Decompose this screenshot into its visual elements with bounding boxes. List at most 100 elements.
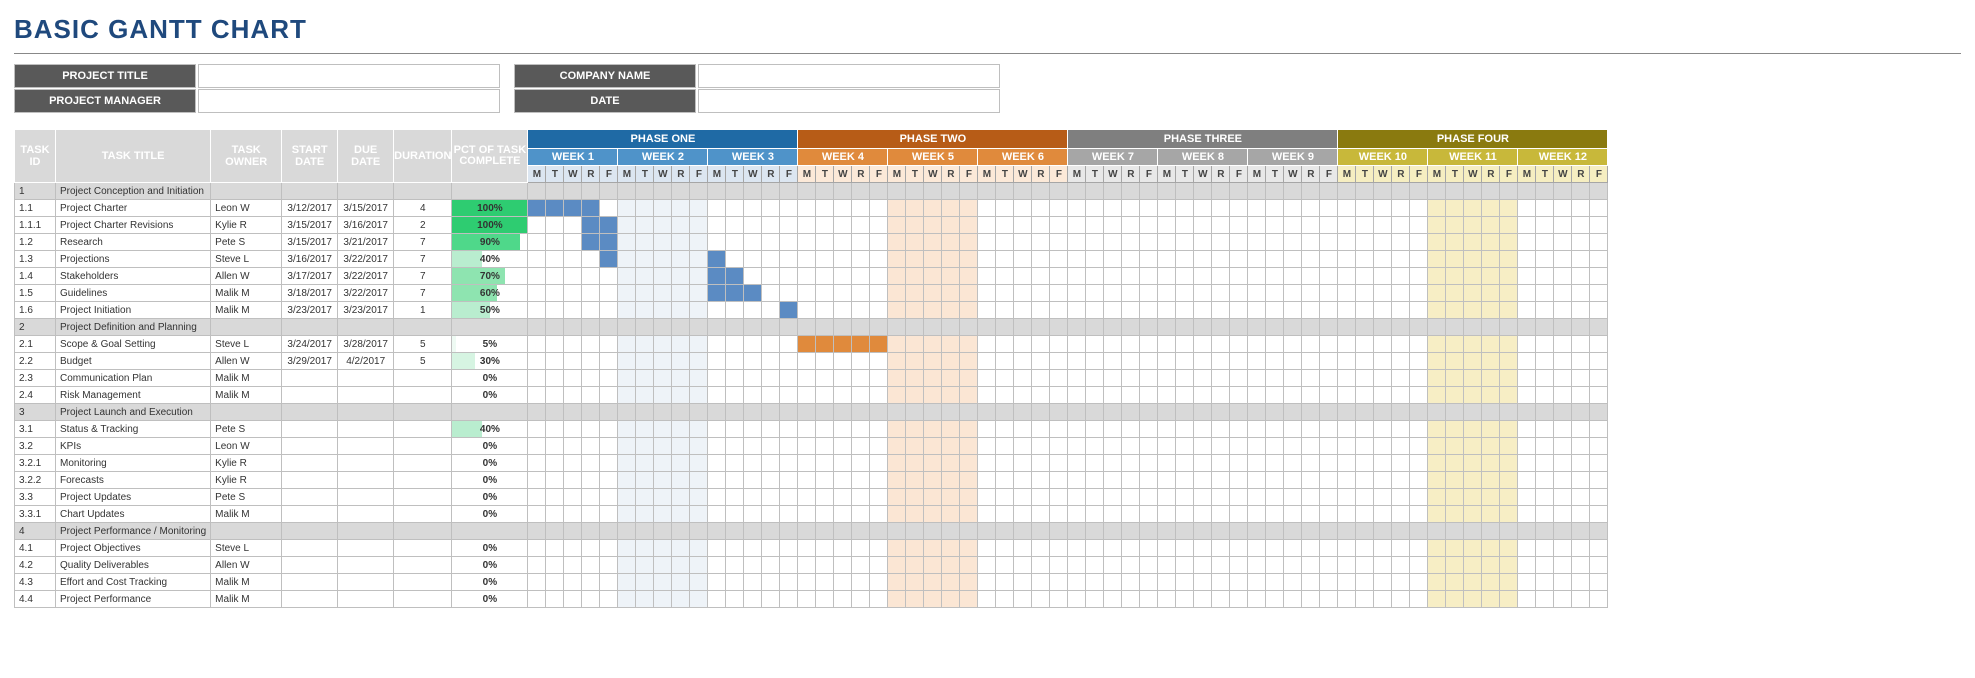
gantt-cell bbox=[1464, 540, 1482, 557]
gantt-cell bbox=[1482, 489, 1500, 506]
task-row[interactable]: 3.3Project UpdatesPete S0% bbox=[15, 489, 1608, 506]
gantt-cell bbox=[816, 574, 834, 591]
gantt-cell bbox=[1068, 557, 1086, 574]
task-row[interactable]: 4.1Project ObjectivesSteve L0% bbox=[15, 540, 1608, 557]
gantt-cell bbox=[924, 557, 942, 574]
task-row[interactable]: 1.6Project InitiationMalik M3/23/20173/2… bbox=[15, 302, 1608, 319]
gantt-cell bbox=[1230, 455, 1248, 472]
gantt-cell bbox=[762, 523, 780, 540]
task-row[interactable]: 2.3Communication PlanMalik M0% bbox=[15, 370, 1608, 387]
task-row[interactable]: 4Project Performance / Monitoring bbox=[15, 523, 1608, 540]
gantt-cell bbox=[1284, 455, 1302, 472]
gantt-cell bbox=[1536, 523, 1554, 540]
task-duration: 1 bbox=[394, 302, 452, 319]
task-row[interactable]: 3.3.1Chart UpdatesMalik M0% bbox=[15, 506, 1608, 523]
task-row[interactable]: 3.1Status & TrackingPete S40% bbox=[15, 421, 1608, 438]
gantt-cell bbox=[996, 540, 1014, 557]
task-start bbox=[282, 540, 338, 557]
gantt-cell bbox=[672, 404, 690, 421]
task-row[interactable]: 1.1Project CharterLeon W3/12/20173/15/20… bbox=[15, 200, 1608, 217]
gantt-cell bbox=[1194, 421, 1212, 438]
gantt-cell bbox=[1266, 353, 1284, 370]
day-header: R bbox=[1302, 166, 1320, 183]
gantt-cell bbox=[1536, 234, 1554, 251]
gantt-cell bbox=[1554, 268, 1572, 285]
task-row[interactable]: 1.2ResearchPete S3/15/20173/21/2017790% bbox=[15, 234, 1608, 251]
task-pct: 100% bbox=[452, 217, 528, 234]
gantt-cell bbox=[1518, 506, 1536, 523]
gantt-cell bbox=[1014, 200, 1032, 217]
gantt-cell bbox=[1572, 472, 1590, 489]
gantt-cell bbox=[1032, 489, 1050, 506]
gantt-cell bbox=[1176, 523, 1194, 540]
gantt-cell bbox=[546, 438, 564, 455]
gantt-cell bbox=[960, 455, 978, 472]
gantt-cell bbox=[744, 285, 762, 302]
gantt-cell bbox=[1392, 302, 1410, 319]
gantt-cell bbox=[1122, 455, 1140, 472]
task-row[interactable]: 3.2.1MonitoringKylie R0% bbox=[15, 455, 1608, 472]
gantt-cell bbox=[1428, 217, 1446, 234]
gantt-cell bbox=[1590, 353, 1608, 370]
gantt-cell bbox=[1140, 540, 1158, 557]
task-row[interactable]: 1.1.1Project Charter RevisionsKylie R3/1… bbox=[15, 217, 1608, 234]
date-input[interactable] bbox=[698, 89, 1000, 113]
task-row[interactable]: 2.1Scope & Goal SettingSteve L3/24/20173… bbox=[15, 336, 1608, 353]
gantt-cell bbox=[1176, 200, 1194, 217]
gantt-cell bbox=[870, 489, 888, 506]
gantt-cell bbox=[888, 574, 906, 591]
gantt-cell bbox=[1356, 285, 1374, 302]
project-manager-input[interactable] bbox=[198, 89, 500, 113]
gantt-cell bbox=[582, 353, 600, 370]
gantt-cell bbox=[852, 268, 870, 285]
task-due bbox=[338, 370, 394, 387]
project-title-input[interactable] bbox=[198, 64, 500, 88]
task-row[interactable]: 4.2Quality DeliverablesAllen W0% bbox=[15, 557, 1608, 574]
gantt-cell bbox=[546, 336, 564, 353]
gantt-cell bbox=[672, 489, 690, 506]
task-row[interactable]: 2.2BudgetAllen W3/29/20174/2/2017530% bbox=[15, 353, 1608, 370]
gantt-cell bbox=[1032, 438, 1050, 455]
task-row[interactable]: 3.2.2ForecastsKylie R0% bbox=[15, 472, 1608, 489]
task-row[interactable]: 4.3Effort and Cost TrackingMalik M0% bbox=[15, 574, 1608, 591]
task-row[interactable]: 4.4Project PerformanceMalik M0% bbox=[15, 591, 1608, 608]
gantt-cell bbox=[1464, 370, 1482, 387]
task-row[interactable]: 1.5GuidelinesMalik M3/18/20173/22/201776… bbox=[15, 285, 1608, 302]
gantt-cell bbox=[1212, 472, 1230, 489]
gantt-cell bbox=[1356, 472, 1374, 489]
gantt-cell bbox=[1518, 217, 1536, 234]
gantt-cell bbox=[564, 421, 582, 438]
task-row[interactable]: 3Project Launch and Execution bbox=[15, 404, 1608, 421]
gantt-cell bbox=[582, 200, 600, 217]
gantt-cell bbox=[996, 302, 1014, 319]
gantt-cell bbox=[546, 285, 564, 302]
gantt-cell bbox=[564, 506, 582, 523]
gantt-cell bbox=[1356, 591, 1374, 608]
gantt-cell bbox=[1122, 591, 1140, 608]
task-row[interactable]: 1.3ProjectionsSteve L3/16/20173/22/20177… bbox=[15, 251, 1608, 268]
gantt-cell bbox=[870, 268, 888, 285]
gantt-cell bbox=[1374, 421, 1392, 438]
gantt-cell bbox=[1392, 336, 1410, 353]
gantt-cell bbox=[906, 217, 924, 234]
task-row[interactable]: 1.4StakeholdersAllen W3/17/20173/22/2017… bbox=[15, 268, 1608, 285]
gantt-cell bbox=[906, 268, 924, 285]
task-row[interactable]: 2Project Definition and Planning bbox=[15, 319, 1608, 336]
gantt-cell bbox=[1230, 285, 1248, 302]
company-name-input[interactable] bbox=[698, 64, 1000, 88]
gantt-cell bbox=[618, 319, 636, 336]
gantt-cell bbox=[690, 251, 708, 268]
gantt-cell bbox=[1446, 404, 1464, 421]
gantt-cell bbox=[888, 370, 906, 387]
task-row[interactable]: 3.2KPIsLeon W0% bbox=[15, 438, 1608, 455]
gantt-cell bbox=[1500, 183, 1518, 200]
task-row[interactable]: 2.4Risk ManagementMalik M0% bbox=[15, 387, 1608, 404]
gantt-cell bbox=[618, 302, 636, 319]
task-start bbox=[282, 591, 338, 608]
gantt-cell bbox=[1392, 251, 1410, 268]
gantt-cell bbox=[1068, 302, 1086, 319]
gantt-cell bbox=[1410, 540, 1428, 557]
gantt-cell bbox=[1356, 574, 1374, 591]
task-due bbox=[338, 455, 394, 472]
task-row[interactable]: 1Project Conception and Initiation bbox=[15, 183, 1608, 200]
